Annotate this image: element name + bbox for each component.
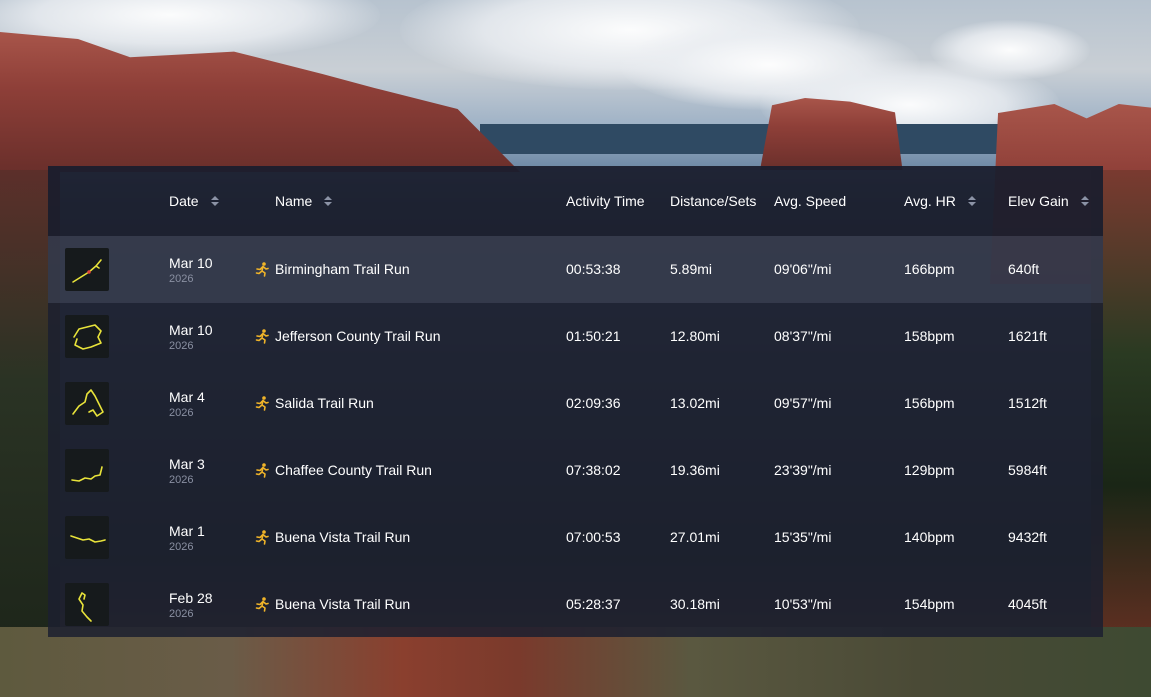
distance: 19.36mi — [670, 462, 720, 478]
activity-date: Feb 28 2026 — [169, 590, 213, 621]
route-map-thumbnail[interactable] — [65, 516, 109, 559]
year-label: 2026 — [169, 407, 194, 419]
elev-gain: 5984ft — [1008, 462, 1047, 478]
avg-speed: 23'39"/mi — [774, 462, 832, 478]
avg-speed: 15'35"/mi — [774, 529, 832, 545]
route-map-thumbnail[interactable] — [65, 449, 109, 492]
activity-time: 02:09:36 — [566, 395, 621, 411]
activity-time: 05:28:37 — [566, 596, 621, 612]
avg-hr: 154bpm — [904, 596, 955, 612]
activity-date: Mar 1 2026 — [169, 523, 205, 554]
avg-hr: 140bpm — [904, 529, 955, 545]
header-date[interactable]: Date — [169, 193, 219, 209]
elev-gain: 1621ft — [1008, 328, 1047, 344]
route-map-thumbnail[interactable] — [65, 248, 109, 291]
activity-name[interactable]: Chaffee County Trail Run — [255, 462, 432, 478]
elev-gain: 4045ft — [1008, 596, 1047, 612]
activity-date: Mar 4 2026 — [169, 389, 205, 420]
activity-time: 07:00:53 — [566, 529, 621, 545]
activity-name[interactable]: Salida Trail Run — [255, 395, 374, 411]
header-name[interactable]: Name — [275, 193, 333, 209]
table-row[interactable]: Mar 3 2026 Chaffee County Trail Run 07:3… — [48, 437, 1103, 504]
date-label: Feb 28 — [169, 590, 213, 606]
date-label: Mar 3 — [169, 456, 205, 472]
sort-icon[interactable] — [324, 196, 333, 206]
activity-name-label: Birmingham Trail Run — [275, 261, 410, 277]
running-icon — [255, 261, 269, 277]
activity-name-label: Buena Vista Trail Run — [275, 596, 411, 612]
elev-gain: 640ft — [1008, 261, 1040, 277]
avg-speed: 08'37"/mi — [774, 328, 832, 344]
distance: 13.02mi — [670, 395, 720, 411]
table-header: Date Name Activity Time Distance/Sets Av… — [48, 166, 1103, 236]
activity-date: Mar 10 2026 — [169, 255, 213, 286]
header-activity-time: Activity Time — [566, 193, 645, 209]
activity-name-label: Buena Vista Trail Run — [275, 529, 411, 545]
elev-gain: 1512ft — [1008, 395, 1047, 411]
activities-table: Date Name Activity Time Distance/Sets Av… — [48, 166, 1103, 637]
table-row[interactable]: Mar 1 2026 Buena Vista Trail Run 07:00:5… — [48, 504, 1103, 571]
running-icon — [255, 529, 269, 545]
activity-name-label: Jefferson County Trail Run — [275, 328, 441, 344]
activity-name[interactable]: Buena Vista Trail Run — [255, 529, 410, 545]
elev-gain: 9432ft — [1008, 529, 1047, 545]
table-row[interactable]: Mar 10 2026 Jefferson County Trail Run 0… — [48, 303, 1103, 370]
activity-date: Mar 10 2026 — [169, 322, 213, 353]
avg-hr: 158bpm — [904, 328, 955, 344]
activity-name[interactable]: Jefferson County Trail Run — [255, 328, 441, 344]
year-label: 2026 — [169, 541, 194, 553]
distance: 5.89mi — [670, 261, 713, 277]
distance: 12.80mi — [670, 328, 720, 344]
table-row[interactable]: Mar 4 2026 Salida Trail Run 02:09:36 13.… — [48, 370, 1103, 437]
header-date-label: Date — [169, 193, 199, 209]
activity-name[interactable]: Birmingham Trail Run — [255, 261, 410, 277]
year-label: 2026 — [169, 474, 194, 486]
year-label: 2026 — [169, 273, 194, 285]
table-row[interactable]: Mar 10 2026 Birmingham Trail Run 00:53:3… — [48, 236, 1103, 303]
distance: 27.01mi — [670, 529, 720, 545]
header-elev-gain[interactable]: Elev Gain — [1008, 193, 1089, 209]
activity-time: 00:53:38 — [566, 261, 621, 277]
sort-icon[interactable] — [210, 196, 219, 206]
running-icon — [255, 395, 269, 411]
year-label: 2026 — [169, 608, 194, 620]
activity-time: 07:38:02 — [566, 462, 621, 478]
header-name-label: Name — [275, 193, 313, 209]
date-label: Mar 10 — [169, 255, 213, 271]
route-map-thumbnail[interactable] — [65, 315, 109, 358]
header-distance: Distance/Sets — [670, 193, 757, 209]
activity-date: Mar 3 2026 — [169, 456, 205, 487]
running-icon — [255, 328, 269, 344]
activity-time: 01:50:21 — [566, 328, 621, 344]
activity-name[interactable]: Buena Vista Trail Run — [255, 596, 410, 612]
route-map-thumbnail[interactable] — [65, 583, 109, 626]
distance: 30.18mi — [670, 596, 720, 612]
sort-icon[interactable] — [1080, 196, 1089, 206]
avg-speed: 09'57"/mi — [774, 395, 832, 411]
header-avg-speed: Avg. Speed — [774, 193, 847, 209]
activity-name-label: Chaffee County Trail Run — [275, 462, 432, 478]
date-label: Mar 4 — [169, 389, 205, 405]
header-avg-hr[interactable]: Avg. HR — [904, 193, 976, 209]
year-label: 2026 — [169, 340, 194, 352]
avg-speed: 10'53"/mi — [774, 596, 832, 612]
running-icon — [255, 596, 269, 612]
date-label: Mar 10 — [169, 322, 213, 338]
table-row[interactable]: Feb 28 2026 Buena Vista Trail Run 05:28:… — [48, 571, 1103, 638]
avg-hr: 156bpm — [904, 395, 955, 411]
running-icon — [255, 462, 269, 478]
sort-icon[interactable] — [967, 196, 976, 206]
activity-name-label: Salida Trail Run — [275, 395, 374, 411]
avg-hr: 129bpm — [904, 462, 955, 478]
route-map-thumbnail[interactable] — [65, 382, 109, 425]
avg-speed: 09'06"/mi — [774, 261, 832, 277]
avg-hr: 166bpm — [904, 261, 955, 277]
date-label: Mar 1 — [169, 523, 205, 539]
